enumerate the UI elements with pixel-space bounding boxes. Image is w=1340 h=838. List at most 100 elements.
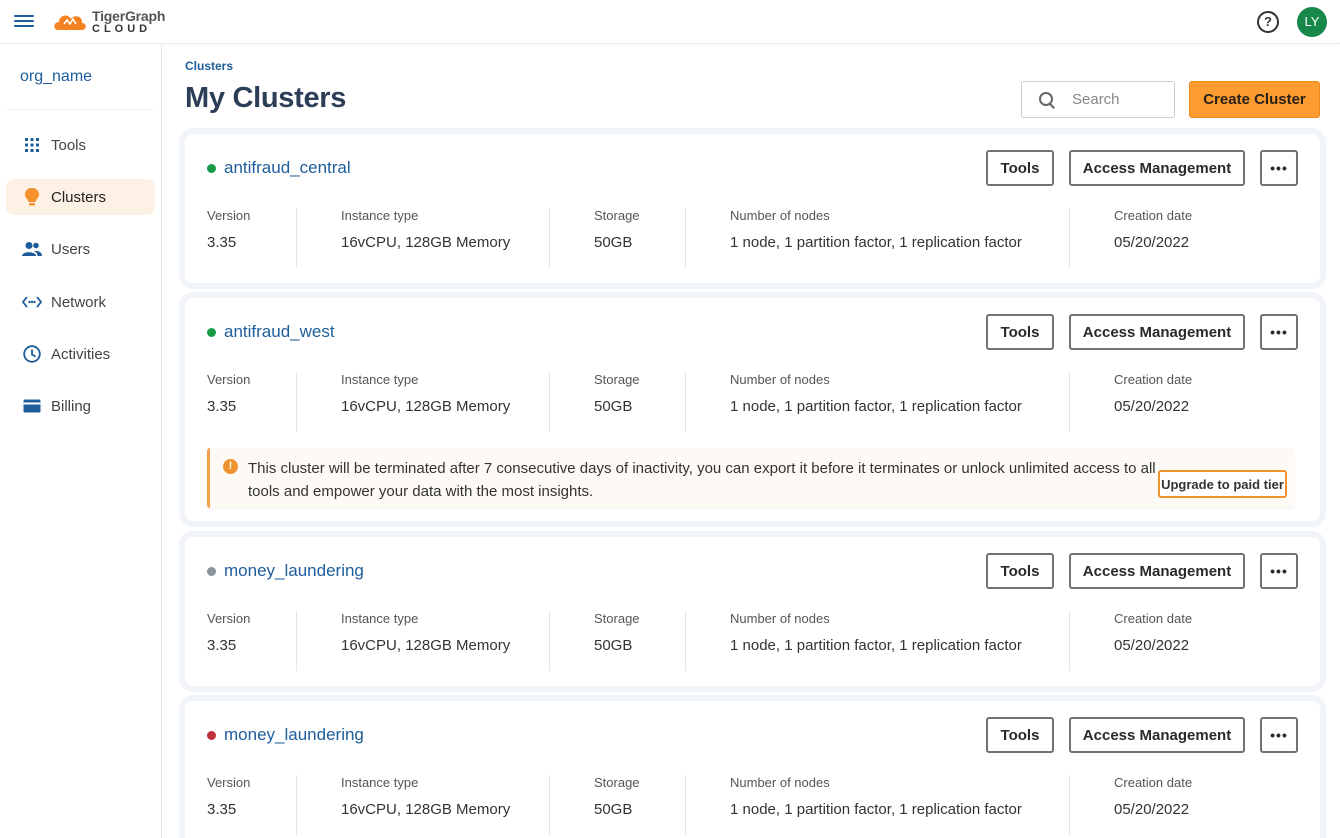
sidebar-item-label: Users bbox=[51, 240, 91, 258]
instance-type-field: Instance type 16vCPU, 128GB Memory bbox=[341, 611, 510, 654]
more-options-button[interactable]: ••• bbox=[1260, 150, 1298, 186]
sidebar-item-label: Tools bbox=[51, 136, 87, 154]
nodes-field: Number of nodes 1 node, 1 partition facto… bbox=[730, 775, 1022, 818]
instance-type-label: Instance type bbox=[341, 208, 419, 223]
users-icon bbox=[22, 239, 42, 259]
sidebar-item-clusters[interactable]: Clusters bbox=[6, 179, 155, 215]
cluster-name-link[interactable]: money_laundering bbox=[224, 561, 364, 581]
cluster-card: money_laundering Tools Access Management… bbox=[185, 537, 1320, 686]
storage-value: 50GB bbox=[594, 801, 633, 818]
tools-button[interactable]: Tools bbox=[986, 717, 1054, 753]
instance-type-field: Instance type 16vCPU, 128GB Memory bbox=[341, 775, 510, 818]
field-divider bbox=[685, 208, 686, 268]
org-name[interactable]: org_name bbox=[20, 68, 92, 86]
sidebar: org_name Tools Clusters Users Network Ac… bbox=[0, 44, 162, 838]
hamburger-menu-icon[interactable] bbox=[14, 12, 34, 32]
cluster-name-link[interactable]: antifraud_west bbox=[224, 322, 335, 342]
storage-field: Storage 50GB bbox=[594, 372, 640, 415]
version-value: 3.35 bbox=[207, 398, 237, 415]
network-icon bbox=[22, 292, 42, 312]
status-dot bbox=[207, 730, 216, 740]
version-value: 3.35 bbox=[207, 234, 237, 251]
instance-type-field: Instance type 16vCPU, 128GB Memory bbox=[341, 208, 510, 251]
banner-message: This cluster will be terminated after 7 … bbox=[248, 460, 1156, 500]
instance-type-label: Instance type bbox=[341, 611, 419, 626]
more-options-button[interactable]: ••• bbox=[1260, 553, 1298, 589]
create-cluster-button[interactable]: Create Cluster bbox=[1189, 81, 1320, 118]
sidebar-item-billing[interactable]: Billing bbox=[6, 388, 155, 424]
sidebar-item-network[interactable]: Network bbox=[6, 284, 155, 320]
access-management-button[interactable]: Access Management bbox=[1069, 553, 1245, 589]
cluster-title[interactable]: money_laundering bbox=[207, 561, 364, 581]
creation-date-label: Creation date bbox=[1114, 775, 1193, 790]
access-management-button[interactable]: Access Management bbox=[1069, 717, 1245, 753]
creation-date-field: Creation date 05/20/2022 bbox=[1114, 611, 1192, 654]
version-field: Version 3.35 bbox=[207, 775, 250, 818]
more-options-button[interactable]: ••• bbox=[1260, 717, 1298, 753]
creation-date-field: Creation date 05/20/2022 bbox=[1114, 208, 1192, 251]
help-icon[interactable]: ? bbox=[1257, 11, 1279, 33]
version-value: 3.35 bbox=[207, 637, 237, 654]
field-divider bbox=[549, 372, 550, 432]
nodes-field: Number of nodes 1 node, 1 partition facto… bbox=[730, 208, 1022, 251]
tools-button[interactable]: Tools bbox=[986, 150, 1054, 186]
nodes-field: Number of nodes 1 node, 1 partition facto… bbox=[730, 372, 1022, 415]
sidebar-item-tools[interactable]: Tools bbox=[6, 127, 155, 163]
field-divider bbox=[1069, 775, 1070, 835]
status-dot bbox=[207, 163, 216, 173]
nodes-label: Number of nodes bbox=[730, 611, 830, 626]
sidebar-item-users[interactable]: Users bbox=[6, 231, 155, 267]
storage-field: Storage 50GB bbox=[594, 775, 640, 818]
creation-date-label: Creation date bbox=[1114, 611, 1193, 626]
creation-date-label: Creation date bbox=[1114, 208, 1193, 223]
user-avatar[interactable]: LY bbox=[1297, 7, 1327, 37]
field-divider bbox=[685, 372, 686, 432]
creation-date-label: Creation date bbox=[1114, 372, 1193, 387]
breadcrumb-clusters[interactable]: Clusters bbox=[185, 59, 233, 73]
page-title: My Clusters bbox=[185, 82, 347, 114]
tigergraph-cloud-logo[interactable]: TigerGraph CLOUD bbox=[52, 6, 165, 38]
version-label: Version bbox=[207, 372, 251, 387]
storage-label: Storage bbox=[594, 372, 640, 387]
cluster-title[interactable]: money_laundering bbox=[207, 725, 364, 745]
cluster-title[interactable]: antifraud_west bbox=[207, 322, 335, 342]
search-icon bbox=[1038, 91, 1056, 109]
storage-label: Storage bbox=[594, 208, 640, 223]
cluster-details: Version 3.35 Instance type 16vCPU, 128GB M… bbox=[185, 372, 1320, 432]
upgrade-to-paid-tier-button[interactable]: Upgrade to paid tier bbox=[1158, 470, 1287, 498]
search-box[interactable] bbox=[1021, 81, 1175, 118]
nodes-label: Number of nodes bbox=[730, 208, 830, 223]
access-management-button[interactable]: Access Management bbox=[1069, 150, 1245, 186]
lightbulb-icon bbox=[22, 187, 42, 207]
field-divider bbox=[549, 611, 550, 671]
cluster-name-link[interactable]: money_laundering bbox=[224, 725, 364, 745]
access-management-button[interactable]: Access Management bbox=[1069, 314, 1245, 350]
more-options-button[interactable]: ••• bbox=[1260, 314, 1298, 350]
storage-label: Storage bbox=[594, 611, 640, 626]
tools-button[interactable]: Tools bbox=[986, 553, 1054, 589]
nodes-label: Number of nodes bbox=[730, 372, 830, 387]
field-divider bbox=[296, 775, 297, 835]
info-icon: ! bbox=[223, 459, 238, 474]
storage-value: 50GB bbox=[594, 398, 633, 415]
instance-type-field: Instance type 16vCPU, 128GB Memory bbox=[341, 372, 510, 415]
cluster-card: antifraud_west Tools Access Management •… bbox=[185, 298, 1320, 521]
version-label: Version bbox=[207, 208, 251, 223]
creation-date-field: Creation date 05/20/2022 bbox=[1114, 775, 1192, 818]
cluster-details: Version 3.35 Instance type 16vCPU, 128GB M… bbox=[185, 775, 1320, 835]
search-input[interactable] bbox=[1072, 91, 1168, 108]
field-divider bbox=[549, 775, 550, 835]
creation-date-field: Creation date 05/20/2022 bbox=[1114, 372, 1192, 415]
grid-icon bbox=[22, 135, 42, 155]
storage-value: 50GB bbox=[594, 234, 633, 251]
sidebar-item-activities[interactable]: Activities bbox=[6, 336, 155, 372]
tools-button[interactable]: Tools bbox=[986, 314, 1054, 350]
nodes-label: Number of nodes bbox=[730, 775, 830, 790]
nodes-value: 1 node, 1 partition factor, 1 replicatio… bbox=[730, 801, 1022, 818]
storage-label: Storage bbox=[594, 775, 640, 790]
cluster-name-link[interactable]: antifraud_central bbox=[224, 158, 351, 178]
sidebar-divider bbox=[6, 109, 154, 110]
status-dot bbox=[207, 566, 216, 576]
nodes-value: 1 node, 1 partition factor, 1 replicatio… bbox=[730, 637, 1022, 654]
cluster-title[interactable]: antifraud_central bbox=[207, 158, 351, 178]
